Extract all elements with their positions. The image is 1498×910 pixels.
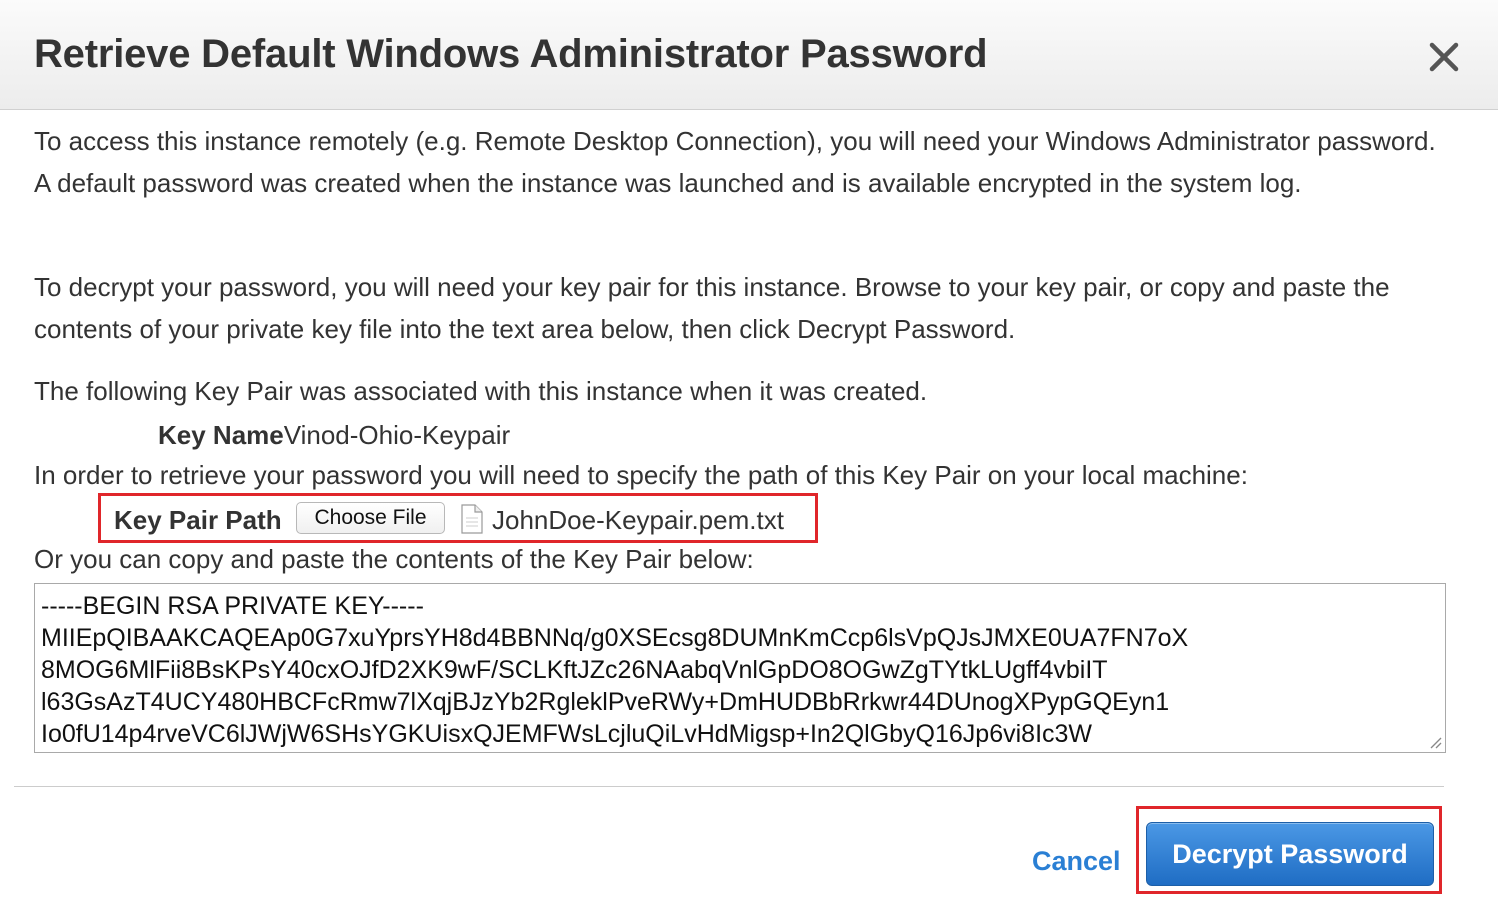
dialog-header: Retrieve Default Windows Administrator P…: [0, 0, 1498, 110]
key-name-value: Vinod-Ohio-Keypair: [283, 420, 511, 450]
resize-grip-icon[interactable]: [1428, 735, 1442, 749]
footer-divider: [14, 786, 1444, 787]
paste-instructions: Or you can copy and paste the contents o…: [34, 544, 754, 574]
decrypt-instructions: To decrypt your password, you will need …: [34, 272, 1390, 344]
document-icon: [460, 504, 484, 534]
decrypt-password-button[interactable]: Decrypt Password: [1146, 822, 1434, 886]
key-name-row: Key NameVinod-Ohio-Keypair: [158, 414, 510, 456]
retrieve-password-dialog: Retrieve Default Windows Administrator P…: [0, 0, 1498, 910]
dialog-title: Retrieve Default Windows Administrator P…: [34, 32, 988, 76]
close-icon[interactable]: [1424, 36, 1464, 76]
choose-file-button[interactable]: Choose File: [296, 502, 445, 534]
selected-file-name: JohnDoe-Keypair.pem.txt: [492, 505, 784, 535]
key-name-label: Key Name: [158, 420, 284, 450]
cancel-button[interactable]: Cancel: [1032, 846, 1121, 877]
key-path-instructions: In order to retrieve your password you w…: [34, 460, 1248, 490]
key-pair-path-label: Key Pair Path: [114, 505, 282, 535]
private-key-textarea[interactable]: -----BEGIN RSA PRIVATE KEY----- MIIEpQIB…: [34, 583, 1446, 753]
intro-paragraph: To access this instance remotely (e.g. R…: [34, 126, 1436, 198]
key-pair-association-text: The following Key Pair was associated wi…: [34, 376, 928, 406]
